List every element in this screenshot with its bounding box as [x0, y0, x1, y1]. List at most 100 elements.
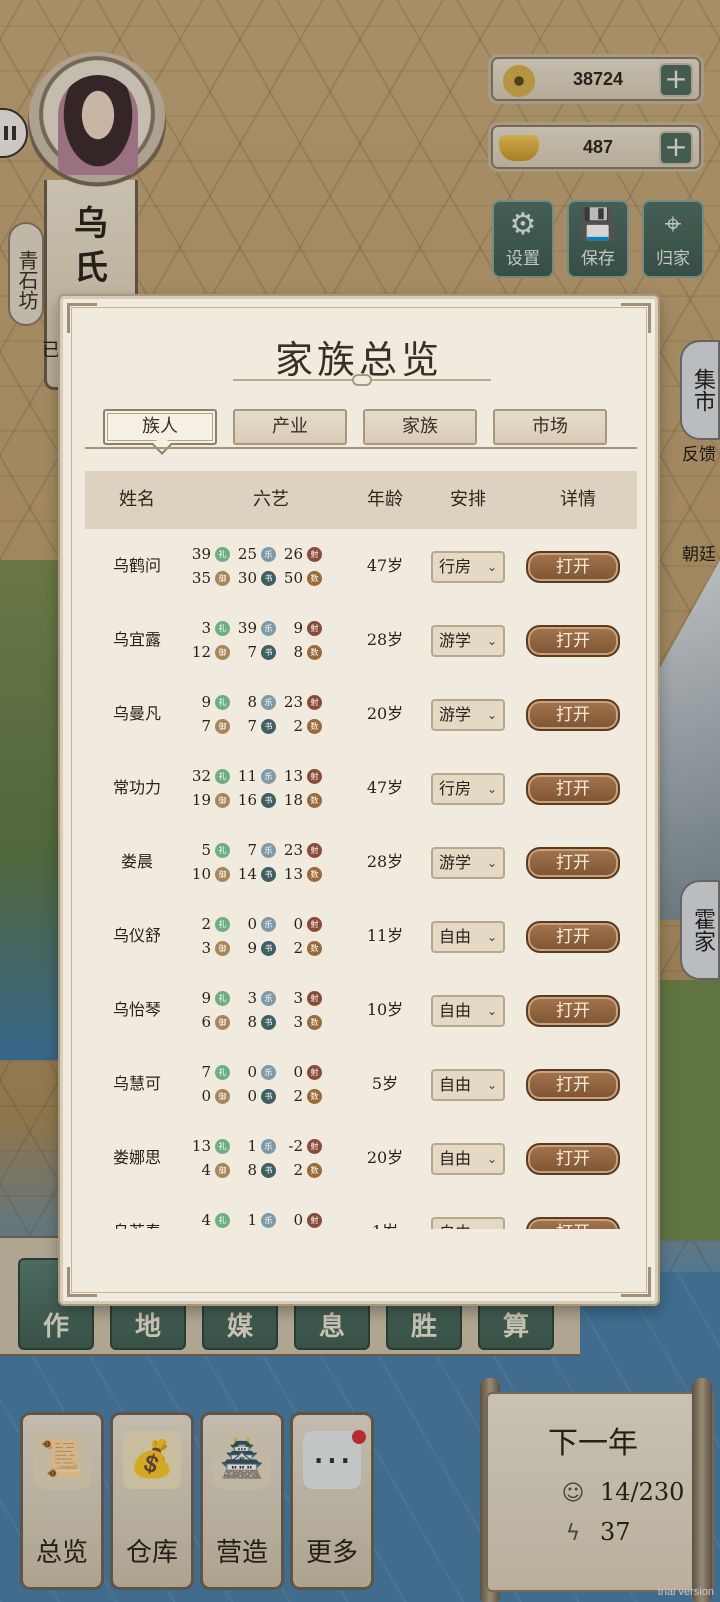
- member-six-arts: 2礼0乐0射3御9书2数: [189, 913, 353, 961]
- art-badge-icon: 乐: [261, 991, 276, 1006]
- art-value: 7: [201, 717, 211, 735]
- art-value: 30: [237, 569, 257, 587]
- open-detail-button[interactable]: 打开: [526, 551, 620, 583]
- art-badge-icon: 礼: [215, 917, 230, 932]
- tab-family[interactable]: 家族: [363, 409, 477, 445]
- art-value: 39: [237, 619, 257, 637]
- art-value: 14: [237, 865, 257, 883]
- art-badge-icon: 射: [307, 695, 322, 710]
- arrange-dropdown[interactable]: 自由 ⌄: [431, 1069, 505, 1101]
- art-badge-icon: 射: [307, 843, 322, 858]
- six-arts-line: 6御 8书 3数: [189, 1011, 353, 1033]
- art-value: -2: [288, 1137, 303, 1155]
- art-value: 23: [283, 693, 303, 711]
- arrange-dropdown[interactable]: 游学 ⌄: [431, 699, 505, 731]
- art-value: 19: [191, 791, 211, 809]
- table-row: 娄晨 5 礼 7 乐 23 射 10 御 14 书 13 数 28岁 游学 ⌄ 打开: [85, 825, 637, 899]
- table-row: 娄娜思 13 礼 1 乐 -2 射 4 御 8 书 2 数 20岁 自由 ⌄ 打开: [85, 1121, 637, 1195]
- member-age: 28岁: [366, 852, 404, 871]
- art-badge-icon: 礼: [215, 547, 230, 562]
- open-detail-button[interactable]: 打开: [526, 1143, 620, 1175]
- open-detail-button[interactable]: 打开: [526, 699, 620, 731]
- art-value: 39: [191, 545, 211, 563]
- art-value: 3: [201, 619, 211, 637]
- arrange-dropdown[interactable]: 自由 ⌄: [431, 1217, 505, 1229]
- members-table-body[interactable]: 乌鹤问 39 礼 25 乐 26 射 35 御 30 书 50 数 47岁 行房 ⌄ 打开 乌宜露 3 礼 39 乐 9 射 1…: [85, 529, 637, 1229]
- art-value: 13: [191, 1137, 211, 1155]
- member-six-arts: 9 礼 8 乐 23 射 7 御 7 书 2 数: [189, 691, 353, 739]
- art-badge-icon: 礼: [215, 695, 230, 710]
- art-badge-icon: 御: [215, 1015, 230, 1030]
- arrange-dropdown[interactable]: 游学 ⌄: [431, 625, 505, 657]
- art-badge-icon: 书: [261, 793, 276, 808]
- member-age: 20岁: [366, 704, 404, 723]
- art-value: 4: [201, 1211, 211, 1229]
- art-badge-icon: 书: [261, 1163, 276, 1178]
- member-age: 28岁: [366, 630, 404, 649]
- art-value: 23: [283, 841, 303, 859]
- table-row: 乌怡琴 9 礼 3 乐 3 射 6 御 8 书 3 数 10岁 自由 ⌄ 打开: [85, 973, 637, 1047]
- table-row: 乌宜露 3 礼 39 乐 9 射 12 御 7 书 8 数 28岁 游学 ⌄ 打开: [85, 603, 637, 677]
- header-six-arts: 六艺: [253, 489, 289, 510]
- art-badge-icon: 乐: [261, 695, 276, 710]
- art-badge-icon: 乐: [261, 1065, 276, 1080]
- tab-property[interactable]: 产业: [233, 409, 347, 445]
- art-value: 1: [247, 1137, 257, 1155]
- arrange-value: 游学: [439, 853, 472, 872]
- arrange-dropdown[interactable]: 自由 ⌄: [431, 995, 505, 1027]
- art-badge-icon: 数: [307, 645, 322, 660]
- arrange-dropdown[interactable]: 游学 ⌄: [431, 847, 505, 879]
- header-detail: 详情: [560, 489, 596, 510]
- tab-market[interactable]: 市场: [493, 409, 607, 445]
- arrange-dropdown[interactable]: 自由 ⌄: [431, 1143, 505, 1175]
- member-six-arts: 7礼0乐0射0御0书2数: [189, 1061, 353, 1109]
- six-arts-line: 7礼0乐0射: [189, 1061, 353, 1083]
- table-row: 乌鹤问 39 礼 25 乐 26 射 35 御 30 书 50 数 47岁 行房 ⌄ 打开: [85, 529, 637, 603]
- arrange-value: 自由: [439, 1075, 472, 1094]
- art-value: 6: [201, 1013, 211, 1031]
- six-arts-line: 4御 8书 2数: [189, 1159, 353, 1181]
- header-age: 年龄: [367, 489, 403, 510]
- open-detail-button[interactable]: 打开: [526, 847, 620, 879]
- arrange-dropdown[interactable]: 行房 ⌄: [431, 551, 505, 583]
- arrange-dropdown[interactable]: 行房 ⌄: [431, 773, 505, 805]
- art-value: 9: [247, 939, 257, 957]
- art-value: 7: [247, 841, 257, 859]
- six-arts-line: 35 御 30 书 50 数: [189, 567, 353, 589]
- chevron-down-icon: ⌄: [487, 1219, 497, 1229]
- open-detail-button[interactable]: 打开: [526, 625, 620, 657]
- tab-members[interactable]: 族人: [103, 409, 217, 445]
- art-badge-icon: 礼: [215, 1139, 230, 1154]
- art-value: 0: [247, 915, 257, 933]
- six-arts-line: 2礼0乐0射: [189, 913, 353, 935]
- open-detail-button[interactable]: 打开: [526, 1069, 620, 1101]
- open-detail-button[interactable]: 打开: [526, 773, 620, 805]
- art-value: 13: [283, 767, 303, 785]
- six-arts-line: 0御0书2数: [189, 1085, 353, 1107]
- open-detail-button[interactable]: 打开: [526, 995, 620, 1027]
- art-badge-icon: 礼: [215, 1065, 230, 1080]
- art-value: 9: [201, 693, 211, 711]
- open-detail-button[interactable]: 打开: [526, 921, 620, 953]
- art-badge-icon: 乐: [261, 547, 276, 562]
- member-six-arts: 9礼3乐3射6御8书3数: [189, 987, 353, 1035]
- arrange-value: 行房: [439, 779, 472, 798]
- member-name: 乌曼凡: [112, 704, 161, 723]
- header-arrange: 安排: [450, 489, 486, 510]
- art-badge-icon: 数: [307, 793, 322, 808]
- art-value: 32: [191, 767, 211, 785]
- art-badge-icon: 御: [215, 1163, 230, 1178]
- member-age: 10岁: [366, 1000, 404, 1019]
- arrange-dropdown[interactable]: 自由 ⌄: [431, 921, 505, 953]
- six-arts-line: 9礼3乐3射: [189, 987, 353, 1009]
- art-value: 4: [201, 1161, 211, 1179]
- member-age: 1岁: [353, 1195, 417, 1229]
- art-badge-icon: 御: [215, 941, 230, 956]
- six-arts-line: 4礼 1乐 0射: [189, 1209, 353, 1229]
- art-value: 1: [247, 1211, 257, 1229]
- art-badge-icon: 御: [215, 571, 230, 586]
- open-detail-button[interactable]: 打开: [526, 1217, 620, 1229]
- arrange-value: 行房: [439, 557, 472, 576]
- member-name: 乌若春: [85, 1195, 189, 1229]
- art-badge-icon: 射: [307, 917, 322, 932]
